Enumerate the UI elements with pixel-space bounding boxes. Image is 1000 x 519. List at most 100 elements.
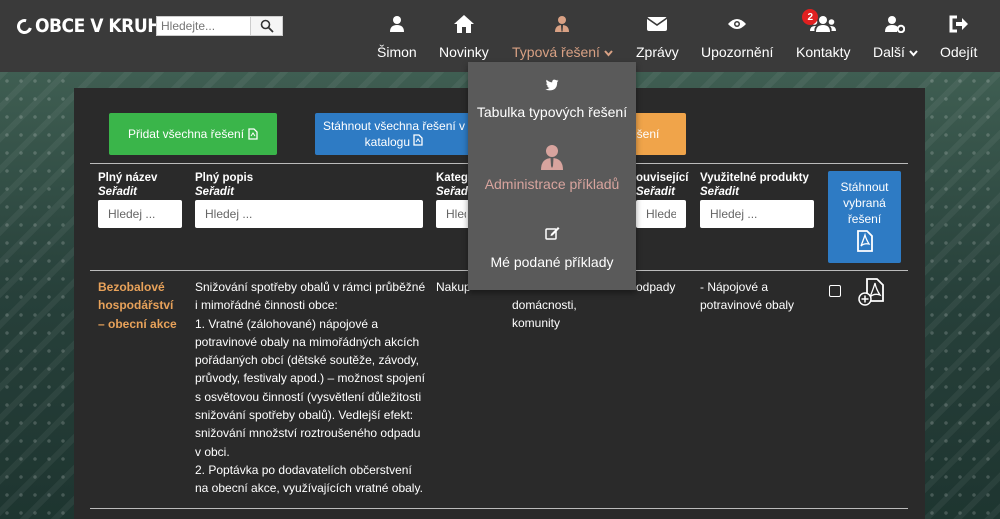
desc-line: 1. Vratné (zálohované) nápojové a: [195, 316, 379, 331]
download-all-button[interactable]: Stáhnout všechna řešení v katalogu: [315, 113, 473, 155]
twitter-icon: [545, 79, 559, 91]
nav-messages[interactable]: Zprávy: [636, 12, 679, 64]
envelope-icon: [647, 17, 668, 31]
sort-link[interactable]: Seřadit: [195, 185, 253, 199]
user-gear-icon: [885, 16, 906, 33]
desc-line: v obci.: [195, 444, 230, 459]
column-title: Plný název: [98, 172, 158, 184]
target-line: komunity: [512, 316, 561, 331]
dropdown-item-table[interactable]: Tabulka typových řešení: [468, 74, 636, 122]
column-header-related[interactable]: ouvisející Seřadit: [636, 171, 688, 199]
filter-related-input[interactable]: [636, 200, 686, 228]
nav-label: Další: [873, 44, 905, 60]
sort-link[interactable]: Seřadit: [98, 185, 157, 199]
nav-label: Typová řešení: [512, 44, 600, 60]
dropdown-label: Administrace příkladů: [484, 176, 620, 192]
chevron-down-icon: [604, 50, 613, 57]
table-row-name[interactable]: Bezobalové hospodářství – obecní akce: [98, 278, 188, 333]
row-select-checkbox[interactable]: [829, 285, 841, 297]
desc-line: s osvětovou činností (vysvětlení důležit…: [195, 389, 422, 404]
table-row-products: - Nápojové a potravinové obaly: [700, 278, 794, 315]
column-title: Využitelné produkty: [700, 172, 809, 184]
desc-line: i mimořádné činnosti obce:: [195, 298, 338, 313]
eye-icon: [728, 19, 747, 29]
download-selected-label-2: vybraná: [843, 196, 886, 210]
table-row-description: Snižování spotřeby obalů v rámci průběžn…: [195, 278, 435, 498]
sign-out-icon: [949, 15, 968, 33]
logo[interactable]: OBCE V KRUHU: [14, 14, 175, 38]
background-people-left: [0, 72, 75, 519]
nav-user[interactable]: Šimon: [377, 12, 417, 64]
nav-typical-solutions[interactable]: Typová řešení: [512, 12, 613, 64]
pdf-file-icon: [248, 128, 258, 140]
pdf-file-icon: [413, 134, 424, 146]
background-people-right: [925, 72, 1000, 519]
download-all-label-1: Stáhnout všechna řešení v: [322, 119, 466, 133]
typical-solutions-dropdown: Tabulka typových řešení Administrace pří…: [468, 62, 636, 290]
column-title: ouvisející: [636, 172, 689, 184]
dropdown-item-my-examples[interactable]: Mé podané příklady: [468, 222, 636, 272]
edit-icon: [544, 227, 559, 240]
add-all-label: Přidat všechna řešení: [127, 127, 245, 141]
download-all-label-2: katalogu: [364, 135, 411, 149]
row-name-line: hospodářství: [98, 298, 174, 313]
search-icon: [260, 19, 274, 33]
row-name-line: – obecní akce: [98, 316, 177, 331]
add-all-button[interactable]: Přidat všechna řešení: [109, 113, 277, 155]
desc-line: průvody, festivaly apod.) – možnost spoj…: [195, 371, 425, 386]
sort-link[interactable]: Seřadit: [700, 185, 809, 199]
nav-logout[interactable]: Odejít: [940, 12, 977, 64]
filter-description-input[interactable]: [195, 200, 423, 228]
home-icon: [453, 15, 474, 33]
chevron-down-icon: [909, 50, 918, 57]
nav-news[interactable]: Novinky: [439, 12, 489, 64]
table-row-target: domácnosti, komunity: [512, 296, 577, 333]
target-line: domácnosti,: [512, 298, 577, 312]
search-box: [156, 16, 283, 36]
row-name-line: Bezobalové: [98, 280, 165, 294]
desc-line: Snižování spotřeby obalů v rámci průběžn…: [195, 280, 426, 294]
nav-label: Upozornění: [701, 44, 774, 60]
column-header-description[interactable]: Plný popis Seřadit: [195, 171, 253, 199]
nav-notifications[interactable]: Upozornění: [701, 12, 773, 64]
row-divider: [90, 508, 908, 509]
nav-label: Kontakty: [796, 44, 851, 60]
search-input[interactable]: [157, 17, 250, 35]
column-header-products[interactable]: Využitelné produkty Seřadit: [700, 171, 809, 199]
download-selected-label-3: řešení: [847, 212, 882, 226]
sort-link[interactable]: Seřadit: [636, 185, 688, 199]
products-line: potravinové obaly: [700, 298, 795, 313]
desc-line: potravinové obaly na mimořádných akcích: [195, 334, 420, 349]
logo-ring-icon: [14, 15, 35, 37]
download-selected-label-1: Stáhnout: [840, 180, 889, 194]
logo-text: OBCE V KRUHU: [35, 15, 175, 37]
nav-label: Odejít: [940, 44, 978, 60]
table-row-category: Nakup: [436, 280, 471, 294]
desc-line: snižování spotřeby obalů). Vedlejší efek…: [195, 408, 414, 423]
user-icon: [389, 16, 404, 32]
nav-contacts[interactable]: 2 Kontakty: [796, 9, 851, 64]
dropdown-label: Mé podané příklady: [490, 254, 614, 270]
desc-line: 2. Poptávka po dodavatelích občerstvení: [195, 462, 412, 477]
dropdown-item-admin[interactable]: Administrace příkladů: [468, 145, 636, 194]
filter-products-input[interactable]: [700, 200, 814, 228]
filter-name-input[interactable]: [98, 200, 182, 228]
user-tie-icon: [555, 16, 570, 32]
nav-label: Zprávy: [636, 44, 679, 60]
desc-line: snižování množství roztroušeného odpadu: [195, 426, 421, 441]
desc-line: na obecní akce, využívajících vratné oba…: [195, 481, 423, 496]
pdf-file-icon: [856, 230, 873, 252]
table-row-related: odpady: [636, 280, 676, 294]
column-title: Plný popis: [195, 172, 254, 184]
user-tie-icon: [541, 145, 563, 170]
add-pdf-icon[interactable]: [857, 277, 887, 307]
nav-label: Novinky: [439, 44, 489, 60]
column-header-name[interactable]: Plný název Seřadit: [98, 171, 157, 199]
nav-label: Šimon: [377, 44, 417, 60]
dropdown-label: Tabulka typových řešení: [476, 104, 628, 120]
products-line: - Nápojové a: [700, 280, 769, 294]
nav-more[interactable]: Další: [873, 12, 918, 64]
desc-line: pořádaných obcí (dětské soutěže, závody,: [195, 353, 419, 368]
download-selected-button[interactable]: Stáhnout vybraná řešení: [828, 171, 901, 263]
search-button[interactable]: [250, 17, 282, 35]
